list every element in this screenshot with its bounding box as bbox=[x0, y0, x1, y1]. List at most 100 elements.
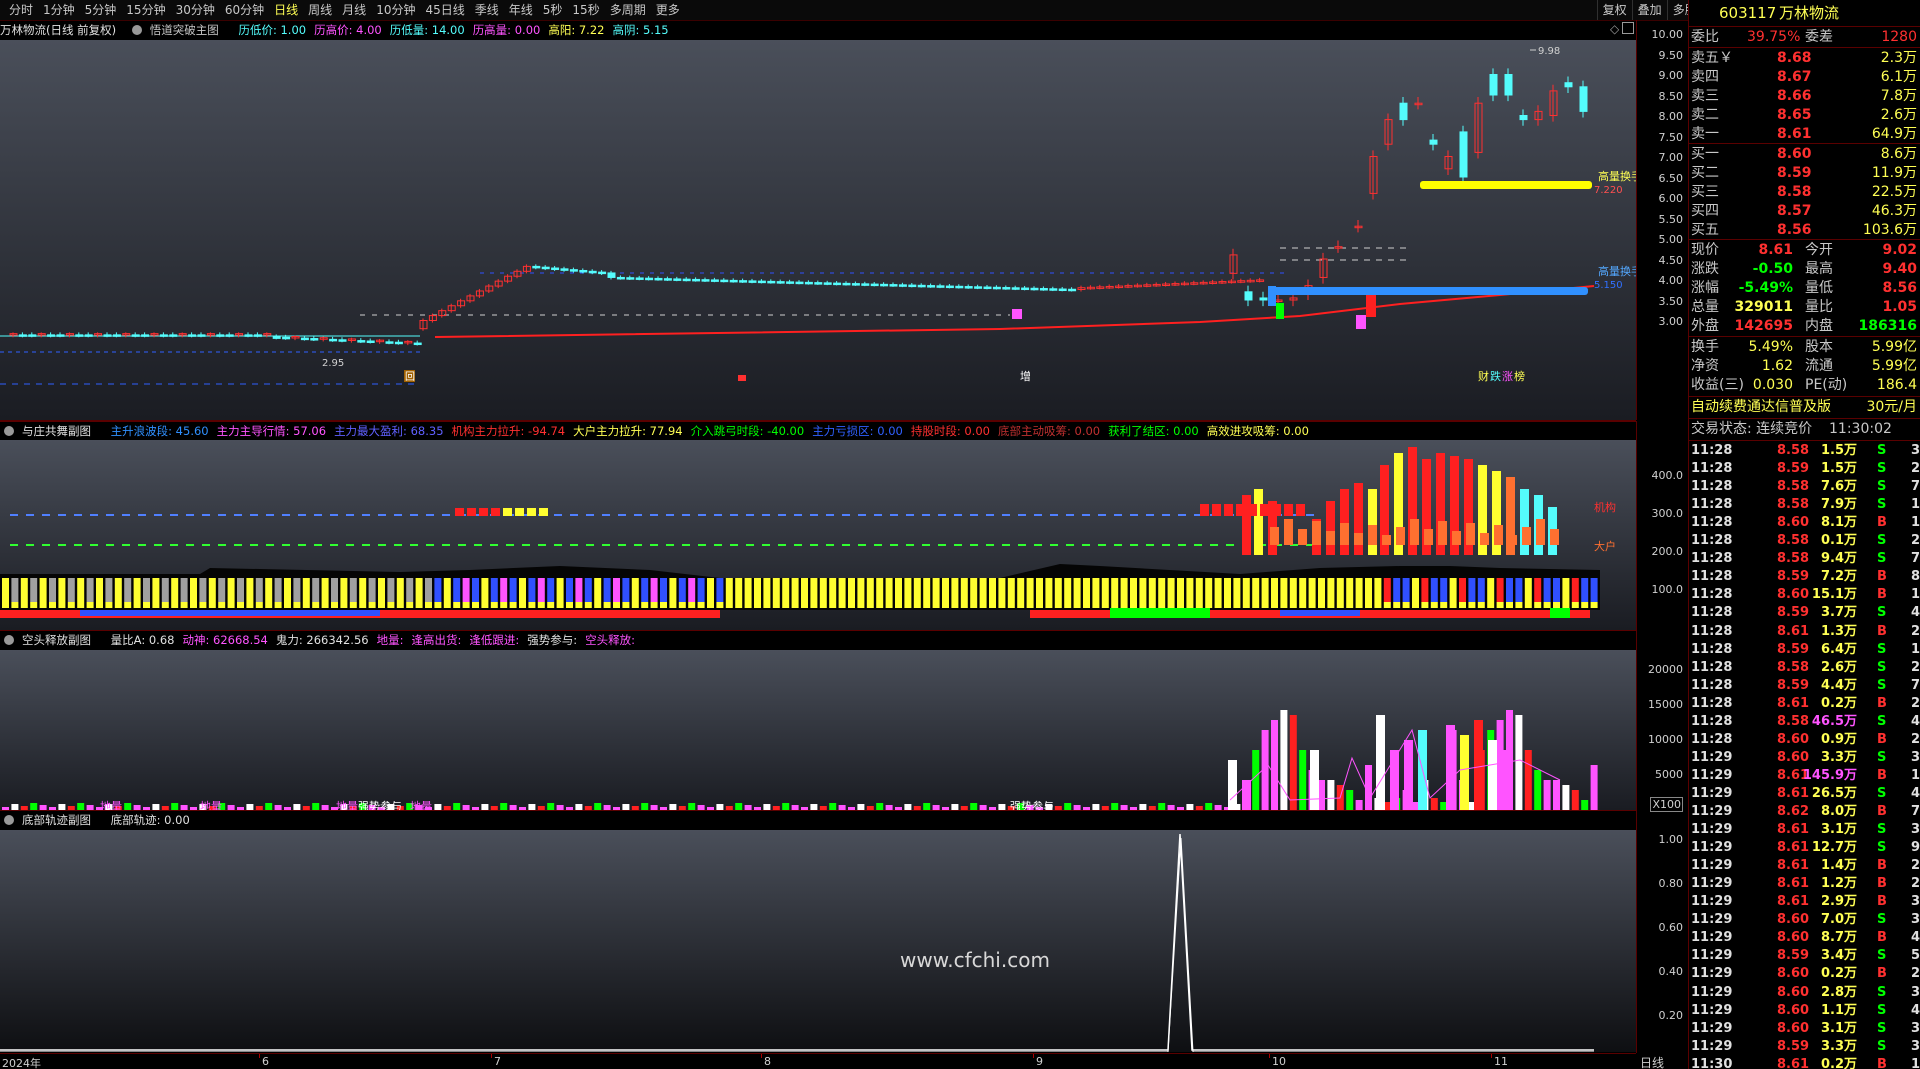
tick-row[interactable]: 11:30 8.61 0.2万 B 1 bbox=[1689, 1056, 1920, 1069]
tick-row[interactable]: 11:28 8.58 7.9万 S 13 bbox=[1689, 496, 1920, 514]
tick-row[interactable]: 11:28 8.59 6.4万 S 10 bbox=[1689, 641, 1920, 659]
period-tab[interactable]: 15秒 bbox=[567, 0, 604, 20]
sub2-inline-label: 强势参与 bbox=[1010, 799, 1054, 810]
period-tab[interactable]: 5分钟 bbox=[80, 0, 122, 20]
indicator-selector[interactable]: 悟道突破主图 bbox=[128, 23, 227, 37]
tick-row[interactable]: 11:29 8.60 0.2万 B 2 bbox=[1689, 965, 1920, 983]
axis-tick-label: 400.0 bbox=[1651, 469, 1684, 482]
period-tab[interactable]: 分时 bbox=[4, 0, 38, 20]
sub1-bar bbox=[1459, 578, 1466, 602]
candle-body bbox=[917, 284, 926, 288]
tick-row[interactable]: 11:28 8.61 1.3万 B 2 bbox=[1689, 623, 1920, 641]
toolbar-button[interactable]: 叠加 bbox=[1631, 0, 1667, 20]
tick-row[interactable]: 11:298.61145.9万B14 bbox=[1689, 767, 1920, 785]
period-tab[interactable]: 1分钟 bbox=[38, 0, 80, 20]
tick-row[interactable]: 11:29 8.60 3.3万 S 3 bbox=[1689, 749, 1920, 767]
sub1-bar bbox=[274, 602, 282, 608]
sub1-dash bbox=[858, 514, 866, 516]
tick-row[interactable]: 11:29 8.61 1.2万 B 2 bbox=[1689, 875, 1920, 893]
sub1-bar bbox=[1412, 602, 1419, 608]
tick-row[interactable]: 11:29 8.60 3.1万 S 3 bbox=[1689, 1020, 1920, 1038]
sub1-bar bbox=[443, 602, 451, 608]
promo-row[interactable]: 自动续费通达信普及版 30元/月 bbox=[1689, 398, 1920, 416]
stat-label: 涨跌 bbox=[1691, 261, 1719, 277]
sub1-bar bbox=[152, 602, 160, 608]
tick-row[interactable]: 11:29 8.60 8.7万 B 4 bbox=[1689, 929, 1920, 947]
sub1-bar bbox=[124, 602, 132, 608]
kline-chart[interactable]: 9.982.95高量换手高量换手7.2205.150回增财跌涨榜 bbox=[0, 40, 1636, 421]
sub1-bar bbox=[1340, 523, 1349, 545]
period-tab[interactable]: 5秒 bbox=[538, 0, 568, 20]
tick-row[interactable]: 11:28 8.60 0.9万 B 2 bbox=[1689, 731, 1920, 749]
tick-time: 11:28 bbox=[1691, 623, 1733, 639]
tick-row[interactable]: 11:29 8.61 2.9万 B 3 bbox=[1689, 893, 1920, 911]
sub2-bar bbox=[791, 805, 799, 810]
tick-row[interactable]: 11:28 8.58 0.1万 S 2 bbox=[1689, 532, 1920, 550]
tick-row[interactable]: 11:29 8.61 12.7万 S 9 bbox=[1689, 839, 1920, 857]
sub1-dash bbox=[1306, 514, 1314, 516]
sub1-chart[interactable]: 机构 大户 bbox=[0, 440, 1636, 631]
tick-row[interactable]: 11:28 8.5846.5万 S 49 bbox=[1689, 713, 1920, 731]
tick-row[interactable]: 11:29 8.59 3.4万 S 5 bbox=[1689, 947, 1920, 965]
tick-row[interactable]: 11:28 8.58 2.6万 S 2 bbox=[1689, 659, 1920, 677]
sub2-chart[interactable]: 地量 地量 地量 强势参与 地量 强势参与 bbox=[0, 650, 1636, 811]
tick-row[interactable]: 11:28 8.58 1.5万 S 3 bbox=[1689, 442, 1920, 460]
tick-price: 8.59 bbox=[1777, 569, 1810, 585]
sub1-bar bbox=[547, 602, 555, 608]
period-tab[interactable]: 季线 bbox=[470, 0, 504, 20]
candle-body bbox=[889, 284, 898, 287]
sub1-dash bbox=[634, 514, 642, 516]
tick-row[interactable]: 11:29 8.61 1.4万 B 2 bbox=[1689, 857, 1920, 875]
sub1-bar bbox=[1515, 578, 1523, 602]
tick-row[interactable]: 11:28 8.6015.1万 B 11 bbox=[1689, 586, 1920, 604]
tick-row[interactable]: 11:28 8.59 7.2万 B 8 bbox=[1689, 568, 1920, 586]
tick-row[interactable]: 11:28 8.59 4.4万 S 7 bbox=[1689, 677, 1920, 695]
period-tab[interactable]: 周线 bbox=[303, 0, 337, 20]
quote-row: 涨幅 -5.49% 量低 8.56 bbox=[1689, 279, 1920, 297]
indicator-field: 大户主力拉升: 77.94 bbox=[573, 424, 683, 438]
tick-row[interactable]: 11:29 8.61 26.5万 S 4 bbox=[1689, 785, 1920, 803]
period-tab[interactable]: 15分钟 bbox=[121, 0, 170, 20]
period-tab[interactable]: 月线 bbox=[337, 0, 371, 20]
tick-row[interactable]: 11:28 8.60 8.1万 B 12 bbox=[1689, 514, 1920, 532]
period-tab[interactable]: 多周期 bbox=[605, 0, 651, 20]
sub2-bar bbox=[848, 807, 855, 810]
sub1-bar bbox=[895, 578, 902, 602]
tick-row[interactable]: 11:28 8.58 7.6万 S 7 bbox=[1689, 478, 1920, 496]
candle-body bbox=[673, 278, 682, 281]
tick-row[interactable]: 11:29 8.60 7.0万 S 3 bbox=[1689, 911, 1920, 929]
candle-body bbox=[28, 334, 37, 337]
sub1-bar bbox=[1252, 578, 1260, 602]
sub1-bar bbox=[866, 602, 874, 608]
period-tab[interactable]: 日线 bbox=[269, 0, 303, 20]
sub1-bar bbox=[490, 578, 498, 602]
tick-row[interactable]: 11:29 8.61 3.1万 S 3 bbox=[1689, 821, 1920, 839]
sub1-dash bbox=[442, 514, 450, 516]
tick-row[interactable]: 11:28 8.58 9.4万 S 7 bbox=[1689, 550, 1920, 568]
sub2-bar bbox=[490, 806, 498, 810]
period-tab[interactable]: 10分钟 bbox=[371, 0, 420, 20]
diamond-icon[interactable]: ◇ bbox=[1610, 22, 1619, 36]
period-tab[interactable]: 年线 bbox=[504, 0, 538, 20]
period-tab[interactable]: 30分钟 bbox=[171, 0, 220, 20]
sub3-chart[interactable]: www.cfchi.com bbox=[0, 830, 1636, 1052]
maximize-icon[interactable] bbox=[1622, 22, 1634, 34]
toolbar-button[interactable]: 复权 bbox=[1596, 0, 1632, 20]
sub1-collapse[interactable]: 与庄共舞副图 bbox=[0, 424, 99, 438]
tick-side: S bbox=[1877, 551, 1887, 567]
tick-row[interactable]: 11:28 8.61 0.2万 B 2 bbox=[1689, 695, 1920, 713]
sub2-collapse[interactable]: 空头释放副图 bbox=[0, 633, 99, 647]
tick-row[interactable]: 11:28 8.59 1.5万 S 2 bbox=[1689, 460, 1920, 478]
tick-row[interactable]: 11:29 8.62 8.0万 B 7 bbox=[1689, 803, 1920, 821]
period-tab[interactable]: 更多 bbox=[651, 0, 685, 20]
sub1-bar bbox=[641, 578, 649, 602]
tick-row[interactable]: 11:29 8.60 1.1万 S 4 bbox=[1689, 1002, 1920, 1020]
indicator-field: 高阳: 7.22 bbox=[548, 23, 605, 37]
tick-row[interactable]: 11:28 8.59 3.7万 S 4 bbox=[1689, 604, 1920, 622]
tick-row[interactable]: 11:29 8.59 3.3万 S 3 bbox=[1689, 1038, 1920, 1056]
status-time: 11:30:02 bbox=[1829, 421, 1892, 437]
sub3-collapse[interactable]: 底部轨迹副图 bbox=[0, 813, 99, 827]
period-tab[interactable]: 60分钟 bbox=[220, 0, 269, 20]
tick-row[interactable]: 11:29 8.60 2.8万 S 3 bbox=[1689, 984, 1920, 1002]
period-tab[interactable]: 45日线 bbox=[420, 0, 469, 20]
